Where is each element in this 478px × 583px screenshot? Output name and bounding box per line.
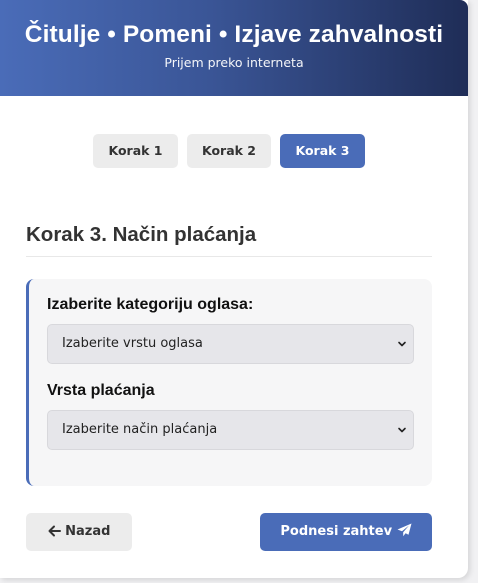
step-2-button[interactable]: Korak 2 [187, 134, 271, 168]
chevron-down-icon [398, 427, 406, 433]
payment-select[interactable]: Izaberite način plaćanja [47, 410, 414, 450]
back-button[interactable]: Nazad [26, 513, 132, 551]
paper-plane-icon [397, 523, 412, 537]
submit-button[interactable]: Podnesi zahtev [260, 513, 432, 551]
payment-panel: Izaberite kategoriju oglasa: Izaberite v… [26, 279, 432, 486]
page-title: Čitulje • Pomeni • Izjave zahvalnosti [24, 21, 444, 48]
category-label: Izaberite kategoriju oglasa: [47, 296, 254, 313]
chevron-down-icon [398, 341, 406, 347]
header: Čitulje • Pomeni • Izjave zahvalnosti Pr… [0, 0, 468, 96]
category-select[interactable]: Izaberite vrstu oglasa [47, 324, 414, 364]
submit-button-label: Podnesi zahtev [280, 524, 393, 539]
category-select-value: Izaberite vrstu oglasa [62, 336, 203, 351]
page-subtitle: Prijem preko interneta [164, 55, 304, 70]
step-3-button[interactable]: Korak 3 [280, 134, 365, 168]
step-navigation: Korak 1 Korak 2 Korak 3 [93, 134, 365, 168]
arrow-left-icon [48, 525, 61, 537]
form-card: Čitulje • Pomeni • Izjave zahvalnosti Pr… [0, 0, 468, 578]
payment-select-value: Izaberite način plaćanja [62, 422, 218, 437]
step-1-button[interactable]: Korak 1 [93, 134, 178, 168]
section-title: Korak 3. Način plaćanja [26, 220, 432, 257]
payment-label: Vrsta plaćanja [47, 382, 155, 399]
back-button-label: Nazad [65, 524, 111, 539]
